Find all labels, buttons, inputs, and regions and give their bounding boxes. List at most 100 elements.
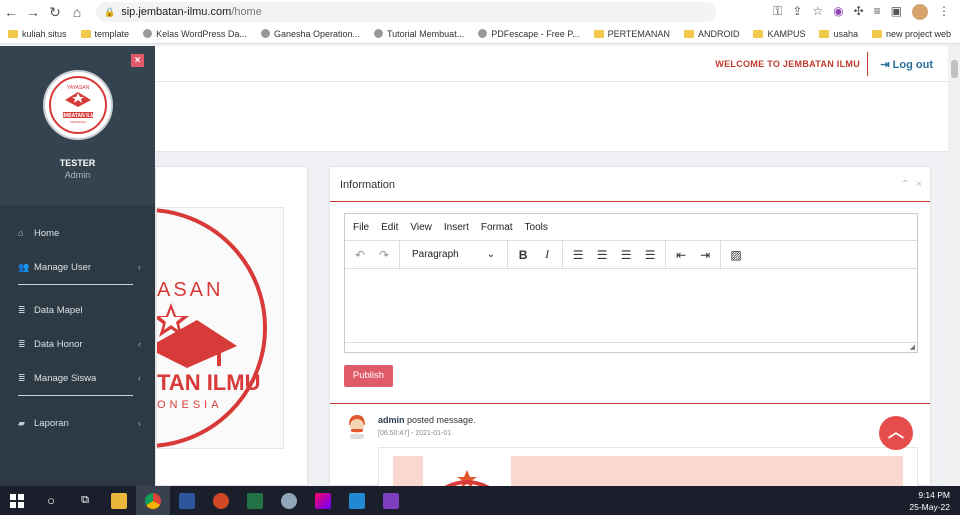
bookmark-label: kuliah situs xyxy=(22,28,67,39)
key-icon[interactable]: ⚿ xyxy=(773,4,782,20)
close-icon[interactable]: × xyxy=(916,179,922,190)
sidebar-item-manage-user[interactable]: 👥 Manage User ‹ xyxy=(0,250,155,284)
bookmark-label: Tutorial Membuat... xyxy=(387,28,465,39)
sidebar-item-data-honor[interactable]: ≣ Data Honor ‹ xyxy=(0,327,155,361)
panel-tools: ⌃ × xyxy=(901,179,922,190)
folder-icon xyxy=(753,29,764,38)
align-justify-icon[interactable]: ☰ xyxy=(643,248,657,262)
taskbar-app-g[interactable] xyxy=(374,486,408,515)
sidebar-item-laporan[interactable]: ▰ Laporan ‹ xyxy=(0,406,155,440)
site-icon xyxy=(260,29,270,38)
block-format-select[interactable]: Paragraph ⌄ xyxy=(408,249,499,260)
bold-icon[interactable]: B xyxy=(516,248,530,262)
italic-icon[interactable]: I xyxy=(540,247,554,262)
folder-icon xyxy=(111,492,127,509)
align-right-icon[interactable]: ☰ xyxy=(619,248,633,262)
scroll-top-button[interactable]: ︿ xyxy=(879,416,913,450)
bookmark-item[interactable]: Kelas WordPress Da... xyxy=(143,29,247,39)
post-author[interactable]: admin xyxy=(378,415,405,425)
scrollbar-thumb[interactable] xyxy=(951,60,958,78)
folder-icon xyxy=(872,29,882,38)
vscode-icon xyxy=(349,492,365,509)
menu-tools[interactable]: Tools xyxy=(525,222,548,233)
bookmark-item[interactable]: PERTEMANAN xyxy=(593,29,670,39)
star-icon[interactable]: ☆ xyxy=(812,4,823,20)
bookmark-label: new project web xyxy=(886,28,952,39)
page-header-band xyxy=(155,82,948,152)
bookmark-item[interactable]: usaha xyxy=(819,29,858,39)
bookmark-item[interactable]: KAMPUS xyxy=(753,29,805,39)
menu-insert[interactable]: Insert xyxy=(444,222,469,233)
sidebar-item-label: Data Honor xyxy=(34,338,83,350)
panel-rule xyxy=(330,201,930,202)
undo-icon[interactable]: ↶ xyxy=(353,248,367,262)
browser-toolbar: ← → ↻ ⌂ 🔒 sip.jembatan-ilmu.com/home ⚿ ⇪… xyxy=(0,0,960,24)
redo-icon[interactable]: ↷ xyxy=(377,248,391,262)
logout-link[interactable]: ⇥ Log out xyxy=(880,58,933,71)
address-bar[interactable]: 🔒 sip.jembatan-ilmu.com/home xyxy=(96,2,716,22)
taskbar-vscode[interactable] xyxy=(340,486,374,515)
taskbar-powerpoint[interactable] xyxy=(204,486,238,515)
collapse-icon[interactable]: ⌃ xyxy=(901,179,909,190)
align-left-icon[interactable]: ☰ xyxy=(571,248,585,262)
editor-content-area[interactable] xyxy=(345,269,917,343)
forward-icon[interactable]: → xyxy=(22,4,44,20)
home-icon[interactable]: ⌂ xyxy=(66,4,88,20)
bookmark-item[interactable]: ANDROID xyxy=(683,28,740,39)
logo-panel: ASAN TAN ILMU ONESIA xyxy=(155,166,308,486)
sidebar-item-data-mapel[interactable]: ≣ Data Mapel xyxy=(0,293,155,327)
sidebar-close-button[interactable]: × xyxy=(131,54,144,67)
share-icon[interactable]: ⇪ xyxy=(792,4,802,20)
history-group: ↶ ↷ xyxy=(345,241,400,268)
reload-icon[interactable]: ↻ xyxy=(44,4,66,21)
resize-handle-icon[interactable]: ◢ xyxy=(910,343,915,351)
panel-title: Information xyxy=(340,179,396,191)
header-divider xyxy=(867,52,868,76)
taskbar-word[interactable] xyxy=(170,486,204,515)
taskbar-explorer[interactable] xyxy=(102,486,136,515)
bookmark-label: KAMPUS xyxy=(767,28,806,39)
bookmark-item[interactable]: kuliah situs xyxy=(8,29,67,39)
logout-label: Log out xyxy=(892,59,933,71)
menu-view[interactable]: View xyxy=(410,222,432,233)
taskbar-excel[interactable] xyxy=(238,486,272,515)
search-button[interactable]: ○ xyxy=(34,486,68,515)
publish-button[interactable]: Publish xyxy=(344,365,393,387)
taskbar-app-paint[interactable] xyxy=(306,486,340,515)
menu-edit[interactable]: Edit xyxy=(381,222,398,233)
logout-icon: ⇥ xyxy=(880,59,893,71)
bookmark-item[interactable]: new project web xyxy=(872,29,951,39)
menu-format[interactable]: Format xyxy=(481,222,513,233)
back-icon[interactable]: ← xyxy=(0,4,22,20)
page-scrollbar[interactable] xyxy=(948,46,960,486)
start-button[interactable] xyxy=(0,486,34,515)
outdent-icon[interactable]: ⇤ xyxy=(674,248,688,262)
system-clock[interactable]: 9:14 PM 25-May-22 xyxy=(909,489,950,513)
taskbar-chrome[interactable] xyxy=(136,486,170,515)
profile-avatar[interactable] xyxy=(912,4,928,20)
task-view-button[interactable]: ⧉ xyxy=(68,486,102,515)
chevron-down-icon: ⌄ xyxy=(486,249,496,260)
menu-icon[interactable]: ⋮ xyxy=(938,4,950,20)
sidepanel-icon[interactable]: ▣ xyxy=(891,4,902,20)
logo-image-frame: ASAN TAN ILMU ONESIA xyxy=(156,207,284,449)
bookmark-item[interactable]: template xyxy=(80,29,129,39)
puzzle-icon[interactable]: ✣ xyxy=(854,4,864,20)
playlist-icon[interactable]: ≡ xyxy=(874,4,881,20)
taskbar-app-bird[interactable] xyxy=(272,486,306,515)
align-center-icon[interactable]: ☰ xyxy=(595,248,609,262)
post-header: admin posted message. xyxy=(378,415,476,425)
editor-statusbar: ◢ xyxy=(345,342,917,352)
bookmark-item[interactable]: Ganesha Operation... xyxy=(260,29,360,39)
word-icon xyxy=(179,492,195,509)
menu-file[interactable]: File xyxy=(353,222,369,233)
bookmark-item[interactable]: PDFescape - Free P... xyxy=(478,29,580,39)
media-icon[interactable]: ◉ xyxy=(833,4,843,20)
bookmark-item[interactable]: Tutorial Membuat... xyxy=(374,29,464,39)
database-icon: ≣ xyxy=(18,372,26,383)
sidebar-item-home[interactable]: ⌂ Home xyxy=(0,216,155,250)
indent-icon[interactable]: ⇥ xyxy=(698,248,712,262)
image-icon[interactable]: ▨ xyxy=(729,248,743,262)
bookmark-label: ANDROID xyxy=(697,28,740,39)
sidebar-item-manage-siswa[interactable]: ≣ Manage Siswa ‹ xyxy=(0,361,155,395)
